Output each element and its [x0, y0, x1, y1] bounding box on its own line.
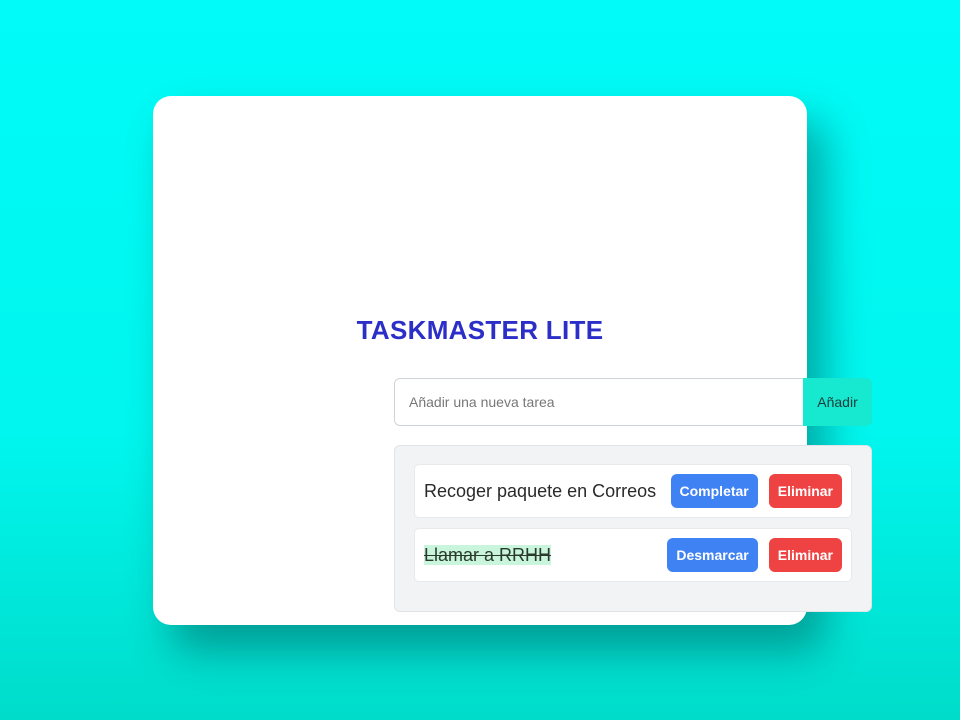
unmark-task-button[interactable]: Desmarcar	[667, 538, 758, 572]
task-text: Recoger paquete en Correos	[424, 480, 657, 501]
app-card: TASKMASTER LITE Añadir Recoger paquete e…	[153, 96, 872, 625]
task-item: Recoger paquete en Correos Completar Eli…	[414, 464, 852, 518]
delete-task-button[interactable]: Eliminar	[768, 538, 842, 572]
add-task-form: Añadir	[394, 378, 872, 426]
task-item-completed: Llamar a RRHH Desmarcar Eliminar	[414, 528, 852, 582]
add-task-button[interactable]: Añadir	[803, 378, 872, 426]
task-text-highlight: Llamar a RRHH	[424, 544, 552, 565]
app-title: TASKMASTER LITE	[356, 315, 604, 345]
task-list: Recoger paquete en Correos Completar Eli…	[394, 445, 872, 612]
new-task-input[interactable]	[394, 378, 803, 426]
delete-task-button[interactable]: Eliminar	[768, 474, 842, 508]
task-text-completed: Llamar a RRHH	[424, 544, 656, 566]
complete-task-button[interactable]: Completar	[670, 474, 758, 508]
